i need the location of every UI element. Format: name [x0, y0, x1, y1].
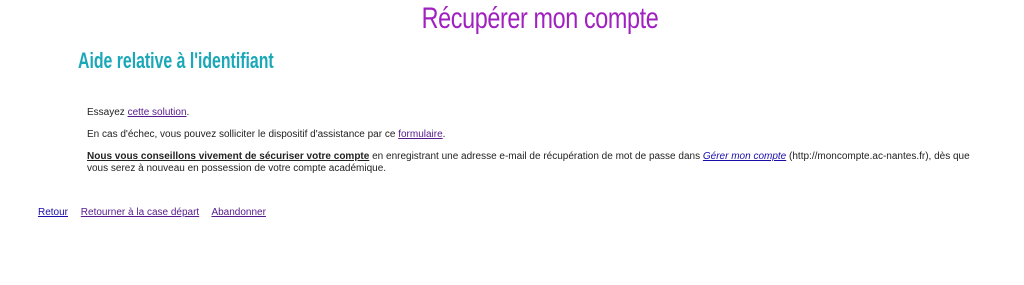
manage-account-link[interactable]: Gérer mon compte [703, 151, 786, 162]
solution-link[interactable]: cette solution [128, 107, 187, 118]
abandon-link[interactable]: Abandonner [211, 207, 266, 218]
paragraph-assistance: En cas d'échec, vous pouvez solliciter l… [87, 129, 987, 141]
bottom-nav: Retour Retourner à la case départ Abando… [38, 207, 276, 219]
page-title: Récupérer mon compte [421, 2, 659, 35]
section-heading: Aide relative à l'identifiant [78, 48, 274, 73]
secure-account-link[interactable]: Nous vous conseillons vivement de sécuri… [87, 151, 369, 162]
form-link[interactable]: formulaire [398, 129, 442, 140]
help-content: Essayez cette solution. En cas d'échec, … [87, 107, 987, 185]
period: . [186, 107, 190, 118]
paragraph-try-solution: Essayez cette solution. [87, 107, 987, 119]
back-link[interactable]: Retour [38, 207, 68, 218]
try-text: Essayez [87, 107, 128, 118]
assistance-text: En cas d'échec, vous pouvez solliciter l… [87, 129, 399, 140]
page: Récupérer mon compte Aide relative à l'i… [0, 0, 1024, 285]
paragraph-secure-account: Nous vous conseillons vivement de sécuri… [87, 151, 987, 175]
period: . [442, 129, 446, 140]
secure-text: en enregistrant une adresse e-mail de ré… [369, 151, 703, 162]
restart-link[interactable]: Retourner à la case départ [81, 207, 199, 218]
